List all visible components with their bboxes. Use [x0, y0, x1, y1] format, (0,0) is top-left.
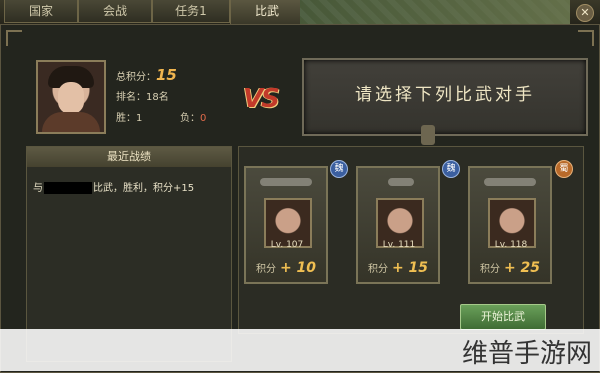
- vs-emblem: VS: [243, 84, 280, 114]
- top-tab-bar: 国家 会战 任务1 比武 ✕: [0, 0, 600, 25]
- select-opponent-banner: 请选择下列比武对手: [302, 58, 588, 136]
- opponent-name-blurred: [388, 178, 414, 186]
- player-avatar: [36, 60, 106, 134]
- faction-badge-icon: 蜀: [555, 160, 573, 178]
- banner-knob-decoration: [421, 125, 435, 145]
- faction-badge-icon: 魏: [330, 160, 348, 178]
- opponent-score: 积分 + 15: [367, 260, 429, 276]
- opponent-name-blurred: [260, 178, 312, 186]
- opponent-level: Lv. 107: [270, 240, 304, 250]
- map-strip: [300, 0, 570, 24]
- tab-task[interactable]: 任务1: [152, 0, 230, 23]
- redacted-name: [44, 182, 92, 194]
- opponent-level: Lv. 118: [494, 240, 528, 250]
- player-profile: 总积分：15 排名：18名 胜：1 负：0: [28, 52, 236, 134]
- total-score: 总积分：15: [116, 66, 177, 84]
- faction-badge-icon: 魏: [442, 160, 460, 178]
- banner-text: 请选择下列比武对手: [355, 85, 535, 105]
- frame-corner-decoration: [578, 30, 594, 46]
- tab-country[interactable]: 国家: [4, 0, 78, 23]
- close-icon[interactable]: ✕: [576, 4, 594, 22]
- opponent-name-blurred: [484, 178, 536, 186]
- start-duel-button[interactable]: 开始比武: [460, 304, 546, 330]
- losses: 负：0: [180, 113, 207, 124]
- opponent-card-2[interactable]: Lv. 111 积分 + 15: [356, 166, 440, 284]
- opponent-score: 积分 + 10: [255, 260, 317, 276]
- opponent-score: 积分 + 25: [479, 260, 541, 276]
- tab-battle[interactable]: 会战: [78, 0, 152, 23]
- watermark-strip: 维普手游网: [0, 329, 600, 371]
- frame-corner-decoration: [6, 30, 22, 46]
- rank: 排名：18名: [116, 92, 169, 103]
- wins: 胜：1: [116, 113, 143, 124]
- opponent-card-3[interactable]: Lv. 118 积分 + 25: [468, 166, 552, 284]
- record-entry: 与比武，胜利，积分+15: [33, 182, 195, 194]
- opponent-level: Lv. 111: [382, 240, 416, 250]
- recent-record-title: 最近战绩: [27, 147, 231, 167]
- watermark-text: 维普手游网: [461, 339, 592, 369]
- opponent-card-1[interactable]: Lv. 107 积分 + 10: [244, 166, 328, 284]
- tab-duel[interactable]: 比武: [230, 0, 304, 25]
